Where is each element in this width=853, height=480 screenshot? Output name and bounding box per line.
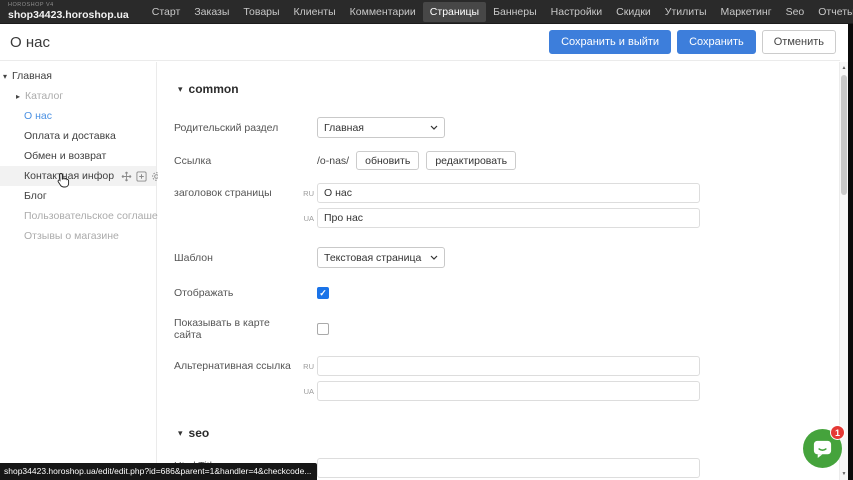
menu-settings[interactable]: Настройки	[544, 2, 610, 22]
field-sitemap: Показывать в карте сайта	[174, 317, 840, 341]
field-label: Родительский раздел	[174, 122, 298, 134]
field-alt-link-ru: Альтернативная ссылка RU	[174, 356, 840, 376]
section-common[interactable]: ▾ common	[178, 82, 840, 96]
alt-link-ru-input[interactable]	[317, 356, 700, 376]
refresh-link-button[interactable]: обновить	[356, 151, 419, 170]
topbar: HOROSHOP V4 shop34423.horoshop.ua Старт …	[0, 0, 853, 24]
menu-seo[interactable]: Seo	[779, 2, 812, 22]
tree-item-store-reviews[interactable]: Отзывы о магазине	[0, 226, 156, 246]
add-subpage-icon[interactable]	[136, 171, 147, 182]
save-and-exit-button[interactable]: Сохранить и выйти	[549, 30, 671, 54]
menu-marketing[interactable]: Маркетинг	[714, 2, 779, 22]
menu-comments[interactable]: Комментарии	[343, 2, 423, 22]
sitemap-checkbox[interactable]	[317, 323, 329, 335]
edit-link-button[interactable]: редактировать	[426, 151, 516, 170]
alt-link-ua-input[interactable]	[317, 381, 700, 401]
cancel-button[interactable]: Отменить	[762, 30, 836, 54]
chevron-down-icon: ▾	[178, 84, 183, 95]
menu-pages[interactable]: Страницы	[423, 2, 486, 22]
lang-badge-ru: RU	[298, 189, 314, 198]
vertical-scrollbar[interactable]: ▲ ▼	[839, 62, 848, 480]
lang-badge-ua: UA	[298, 214, 314, 223]
page-edit-form: ▾ common Родительский раздел Главная Ссы…	[158, 62, 840, 480]
field-label: Отображать	[174, 287, 298, 299]
lang-badge-ua: UA	[298, 387, 314, 396]
menu-discounts[interactable]: Скидки	[609, 2, 658, 22]
field-parent-section: Родительский раздел Главная	[174, 117, 840, 138]
logo[interactable]: HOROSHOP V4 shop34423.horoshop.ua	[8, 3, 129, 20]
field-page-title-ua: UA	[174, 208, 840, 228]
tree-item-about-us[interactable]: О нас	[0, 106, 156, 126]
html-title-ru-input[interactable]	[317, 458, 700, 478]
menu-reports[interactable]: Отчеты	[811, 2, 853, 22]
field-label: Альтернативная ссылка	[174, 360, 298, 372]
tree-item-exchange-return[interactable]: Обмен и возврат	[0, 146, 156, 166]
parent-section-select[interactable]: Главная	[317, 117, 445, 138]
move-icon[interactable]	[121, 171, 132, 182]
chat-bubble-icon	[812, 438, 833, 459]
main-menu: Старт Заказы Товары Клиенты Комментарии …	[145, 2, 853, 22]
chevron-down-icon[interactable]: ▾	[3, 72, 12, 81]
chevron-right-icon[interactable]: ▸	[16, 92, 25, 101]
field-label: заголовок страницы	[174, 187, 298, 199]
chevron-down-icon	[430, 125, 438, 130]
menu-clients[interactable]: Клиенты	[287, 2, 343, 22]
scroll-up-icon[interactable]: ▲	[840, 65, 848, 71]
page-header: О нас Сохранить и выйти Сохранить Отмени…	[0, 24, 840, 61]
menu-banners[interactable]: Баннеры	[486, 2, 544, 22]
chevron-down-icon	[430, 255, 438, 260]
menu-utilities[interactable]: Утилиты	[658, 2, 714, 22]
chat-widget-button[interactable]: 1	[803, 429, 842, 468]
page-title: О нас	[10, 34, 50, 51]
tree-item-blog[interactable]: Блог	[0, 186, 156, 206]
tree-item-home[interactable]: ▾ Главная	[0, 66, 156, 86]
field-page-title-ru: заголовок страницы RU	[174, 183, 840, 203]
field-alt-link-ua: UA	[174, 381, 840, 401]
field-display: Отображать	[174, 287, 840, 299]
menu-orders[interactable]: Заказы	[187, 2, 236, 22]
template-select[interactable]: Текстовая страница	[317, 247, 445, 268]
scrollbar-thumb[interactable]	[841, 75, 847, 195]
lang-badge-ru: RU	[298, 362, 314, 371]
chat-unread-badge: 1	[830, 425, 845, 440]
tree-item-contact-info[interactable]: Контактная инфор	[0, 166, 156, 186]
section-seo[interactable]: ▾ seo	[178, 426, 840, 440]
tree-item-payment-delivery[interactable]: Оплата и доставка	[0, 126, 156, 146]
page-title-ua-input[interactable]	[317, 208, 700, 228]
scroll-down-icon[interactable]: ▼	[840, 471, 848, 477]
field-label: Показывать в карте сайта	[174, 317, 298, 341]
logo-version: HOROSHOP V4	[8, 3, 129, 9]
chevron-down-icon: ▾	[178, 428, 183, 439]
field-label: Шаблон	[174, 252, 298, 264]
menu-start[interactable]: Старт	[145, 2, 188, 22]
menu-products[interactable]: Товары	[236, 2, 286, 22]
browser-status-url: shop34423.horoshop.ua/edit/edit.php?id=6…	[0, 463, 317, 480]
tree-item-catalog[interactable]: ▸ Каталог	[0, 86, 156, 106]
link-path-value: /o-nas/	[317, 155, 349, 167]
save-button[interactable]: Сохранить	[677, 30, 756, 54]
tree-item-user-agreement[interactable]: Пользовательское соглашение	[0, 206, 156, 226]
display-checkbox[interactable]	[317, 287, 329, 299]
field-label: Ссылка	[174, 155, 298, 167]
field-template: Шаблон Текстовая страница	[174, 247, 840, 268]
page-title-ru-input[interactable]	[317, 183, 700, 203]
screen-edge-strip	[848, 0, 853, 480]
pages-tree-sidebar: ▾ Главная ▸ Каталог О нас Оплата и доста…	[0, 62, 157, 480]
field-link: Ссылка /o-nas/ обновить редактировать	[174, 151, 840, 170]
logo-domain: shop34423.horoshop.ua	[8, 10, 129, 21]
